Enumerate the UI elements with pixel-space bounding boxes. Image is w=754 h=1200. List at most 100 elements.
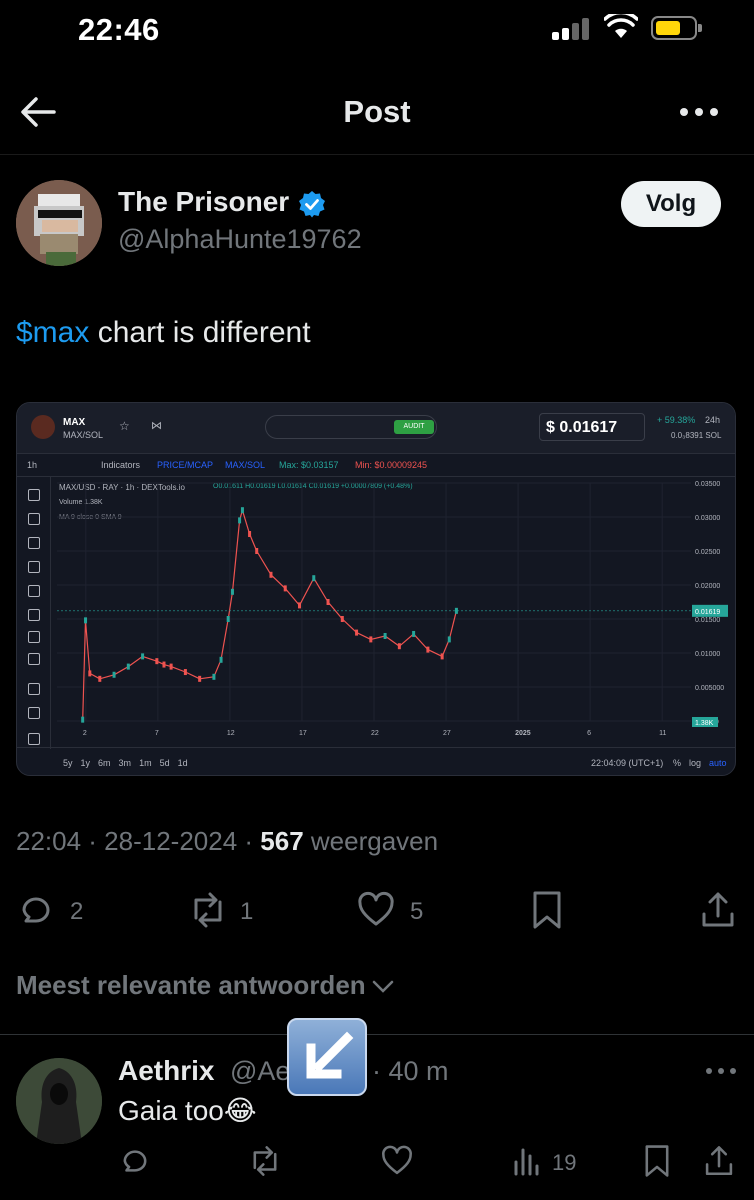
cashtag-link[interactable]: $max xyxy=(16,316,89,349)
bookmark-button[interactable] xyxy=(530,890,570,930)
price-point xyxy=(426,646,430,653)
price-point xyxy=(326,599,330,605)
section-divider xyxy=(0,1034,754,1035)
like-count: 5 xyxy=(410,898,424,925)
reply-author-name[interactable]: Aethrix xyxy=(118,1055,214,1087)
auto-toggle: auto xyxy=(709,758,727,768)
view-count: 567 xyxy=(260,826,304,856)
y-tick-label: 0.005000 xyxy=(695,685,724,692)
repost-icon xyxy=(194,892,222,928)
chart-bottom-bar: 5y 1y 6m 3m 1m 5d 1d 22:04:09 (UTC+1) % log au… xyxy=(17,747,735,775)
percent-toggle: % xyxy=(673,758,682,768)
price-point xyxy=(283,585,287,592)
y-tick-label: 0.03000 xyxy=(695,515,720,522)
price-point xyxy=(340,616,344,622)
price-point xyxy=(255,548,259,554)
chart-toolbar: 1h Indicators PRICE/MCAP MAX/SOL Max: $0… xyxy=(17,453,735,477)
reply-icon[interactable] xyxy=(118,1144,152,1178)
views-button[interactable]: 19 xyxy=(512,1144,582,1178)
price-point xyxy=(112,671,116,678)
reply-more-icon[interactable] xyxy=(706,1068,736,1076)
reply-text: Gaia too😂 xyxy=(118,1094,257,1127)
header-divider xyxy=(0,154,754,155)
reply-button[interactable]: 2 xyxy=(16,890,116,930)
down-left-arrow-icon xyxy=(287,1018,367,1096)
x-tick-label: 2 xyxy=(83,730,87,737)
share-button[interactable] xyxy=(698,890,738,930)
price-point xyxy=(183,669,187,676)
y-tick-label: 0.03500 xyxy=(695,481,720,488)
price-point xyxy=(440,653,444,660)
reply-avatar[interactable] xyxy=(16,1058,102,1144)
x-tick-label: 11 xyxy=(659,730,666,737)
price-point xyxy=(298,602,302,609)
log-toggle: log xyxy=(689,758,702,768)
post-meta: 22:04 · 28-12-2024 · 567 weergaven xyxy=(16,826,438,857)
price-mcap-label: PRICE/MCAP xyxy=(157,460,214,470)
price-point xyxy=(312,575,316,582)
author-name[interactable]: The Prisoner xyxy=(118,186,289,218)
reply-author-handle[interactable]: @Ae xyxy=(230,1056,290,1087)
repost-count: 1 xyxy=(240,898,254,925)
repost-icon[interactable] xyxy=(246,1144,284,1178)
price-point xyxy=(88,670,92,677)
x-tick-label: 17 xyxy=(299,730,307,737)
attached-chart-image[interactable]: MAX MAX/SOL ☆ ⋈ AUDIT $ 0.01617 + 59.38%… xyxy=(16,402,736,776)
range-button-5d[interactable]: 5d xyxy=(160,758,170,768)
range-button-1y[interactable]: 1y xyxy=(81,758,91,768)
drawing-tools xyxy=(17,477,51,749)
battery-icon xyxy=(651,16,702,40)
y-tick-label: 0.01500 xyxy=(695,617,720,624)
cellular-signal-icon xyxy=(552,18,590,40)
reply-body: Gaia too xyxy=(118,1095,224,1126)
range-button-5y[interactable]: 5y xyxy=(63,758,73,768)
follow-button[interactable]: Volg xyxy=(621,181,721,227)
like-button[interactable]: 5 xyxy=(356,890,456,930)
pixel-avatar-icon xyxy=(16,180,102,266)
x-tick-label: 2025 xyxy=(515,730,531,737)
price-point xyxy=(84,617,88,624)
views-label: weergaven xyxy=(303,826,439,856)
post-actions: 2 1 5 xyxy=(0,884,754,934)
price-point xyxy=(81,716,85,723)
reply-actions: 19 xyxy=(0,1140,754,1180)
indicators-label: Indicators xyxy=(101,460,141,470)
share-icon[interactable] xyxy=(702,1144,736,1178)
price-point xyxy=(238,517,242,524)
repost-button[interactable]: 1 xyxy=(186,890,286,930)
reply-timestamp: · 40 m xyxy=(372,1056,449,1086)
price-box: $ 0.01617 xyxy=(539,413,645,441)
price-point xyxy=(219,656,223,663)
price-point xyxy=(248,531,252,537)
min-label: Min: $0.00009245 xyxy=(355,460,428,470)
bookmark-icon[interactable] xyxy=(642,1144,672,1178)
tweet-body: chart is different xyxy=(89,316,311,349)
author-handle[interactable]: @AlphaHunte19762 xyxy=(118,224,362,255)
price-chart: 0.03500 0.03000 0.02500 0.02000 0.01500 0.010… xyxy=(57,481,728,737)
price-point xyxy=(155,658,159,665)
hooded-figure-avatar-icon xyxy=(16,1058,102,1144)
price-point xyxy=(269,571,273,578)
more-options-icon[interactable] xyxy=(680,108,718,118)
chart-clock: 22:04:09 (UTC+1) xyxy=(591,758,664,768)
verified-badge-icon xyxy=(299,191,325,218)
range-button-3m[interactable]: 3m xyxy=(119,758,132,768)
price-point xyxy=(141,653,145,660)
timeframe-label: 1h xyxy=(27,460,38,470)
price-point xyxy=(226,616,230,622)
pair-toggle-label: MAX/SOL xyxy=(225,460,266,470)
range-button-6m[interactable]: 6m xyxy=(98,758,111,768)
page-title: Post xyxy=(343,94,411,129)
y-tick-label: 0.01000 xyxy=(695,651,720,658)
chevron-down-icon xyxy=(372,980,393,993)
status-bar: 22:46 xyxy=(0,0,754,60)
chart-header: MAX MAX/SOL ☆ ⋈ AUDIT $ 0.01617 + 59.38%… xyxy=(17,403,735,453)
price-point xyxy=(162,661,166,668)
author-avatar[interactable] xyxy=(16,180,102,266)
range-button-1d[interactable]: 1d xyxy=(178,758,188,768)
range-button-1m[interactable]: 1m xyxy=(139,758,152,768)
price-point xyxy=(383,633,387,639)
x-tick-label: 6 xyxy=(587,730,591,737)
heart-icon[interactable] xyxy=(380,1144,414,1178)
reply-sort-selector[interactable]: Meest relevante antwoorden xyxy=(16,970,394,1001)
